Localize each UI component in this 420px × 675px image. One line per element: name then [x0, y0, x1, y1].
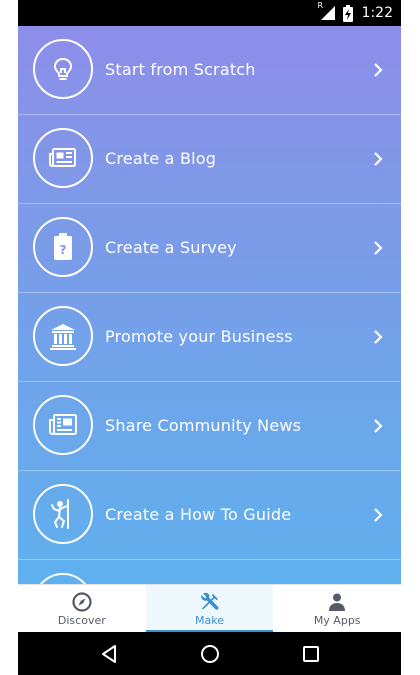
list-item-label: Create a Blog	[105, 149, 217, 168]
home-button[interactable]	[198, 642, 222, 666]
chevron-right-icon	[374, 152, 383, 166]
tab-label: My Apps	[313, 613, 361, 627]
tab-discover[interactable]: Discover	[18, 585, 146, 633]
signal-icon: R	[318, 1, 336, 21]
template-list[interactable]: Start from Scratch Create a Blog ? Creat…	[18, 26, 401, 584]
back-button[interactable]	[97, 642, 121, 666]
list-item-create-a-survey[interactable]: ? Create a Survey	[18, 204, 401, 293]
list-item-share-community-news[interactable]: Share Community News	[18, 382, 401, 471]
list-item-partial[interactable]	[18, 560, 401, 584]
tools-icon	[200, 592, 219, 610]
partially-visible-item-icon	[33, 573, 93, 584]
bank-building-icon	[33, 306, 93, 366]
list-item-label: Start from Scratch	[105, 60, 256, 79]
lightbulb-icon	[33, 39, 93, 99]
tab-label: Discover	[57, 613, 106, 627]
recents-button[interactable]	[299, 642, 323, 666]
list-item-start-from-scratch[interactable]: Start from Scratch	[18, 26, 401, 115]
svg-text:?: ?	[60, 243, 67, 257]
system-navigation-bar	[18, 632, 401, 675]
battery-charging-icon	[342, 4, 353, 22]
home-icon	[200, 644, 219, 663]
status-time: 1:22	[361, 5, 393, 21]
clipboard-question-icon: ?	[33, 217, 93, 277]
compass-icon	[72, 591, 92, 612]
news-document-icon	[33, 395, 93, 455]
newspaper-icon	[33, 128, 93, 188]
status-icons: R 1:22	[318, 0, 393, 26]
chevron-right-icon	[374, 241, 383, 255]
back-icon	[101, 644, 116, 663]
list-item-label: Create a Survey	[105, 238, 237, 257]
chevron-right-icon	[374, 508, 383, 522]
climbing-person-icon	[33, 484, 93, 544]
chevron-right-icon	[374, 63, 383, 77]
list-item-label: Promote your Business	[105, 327, 293, 346]
list-item-create-a-blog[interactable]: Create a Blog	[18, 115, 401, 204]
list-item-promote-your-business[interactable]: Promote your Business	[18, 293, 401, 382]
bottom-tab-bar: Discover Make My Apps	[18, 584, 401, 633]
tab-make[interactable]: Make	[145, 585, 274, 633]
list-item-label: Share Community News	[105, 416, 302, 435]
tab-label: Make	[195, 613, 224, 627]
chevron-right-icon	[374, 419, 383, 433]
status-bar: R 1:22	[18, 0, 401, 26]
phone-screen: R 1:22 Start from Scratch Create a Blog …	[18, 0, 401, 675]
list-item-create-a-how-to-guide[interactable]: Create a How To Guide	[18, 471, 401, 560]
person-icon	[329, 593, 346, 611]
signal-roaming-badge: R	[317, 1, 324, 10]
chevron-right-icon	[374, 330, 383, 344]
list-item-label: Create a How To Guide	[105, 505, 292, 524]
recents-icon	[302, 645, 319, 662]
tab-my-apps[interactable]: My Apps	[273, 585, 401, 633]
